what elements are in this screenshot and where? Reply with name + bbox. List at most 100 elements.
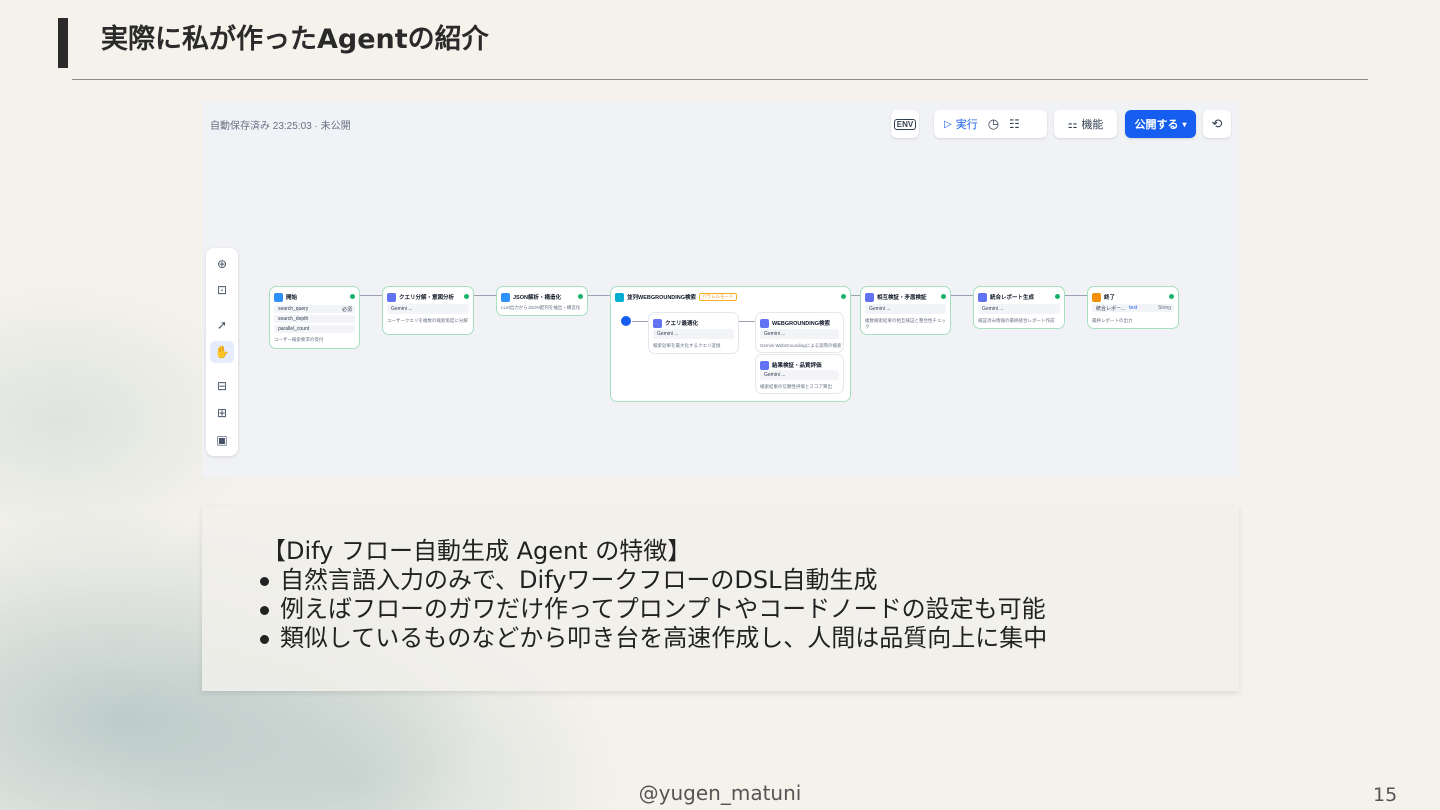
llm-node-query-optimize[interactable]: クエリ最適化 Gemini ... 検索効果を最大化するクエリ変換: [648, 312, 739, 354]
edge: [632, 321, 648, 322]
node-header: WEBGROUNDING検索: [760, 317, 839, 329]
llm-node-query-analysis[interactable]: クエリ分解・意図分析 Gemini ... ユーザークエリを複数の検索角度に分解: [382, 286, 474, 335]
node-header: 相互検証・矛盾検証: [865, 291, 946, 303]
status-dot: [841, 294, 846, 299]
code-node-json-parse[interactable]: JSON解析・構造化 LLM出力からJSON配列を抽出・構造化: [496, 286, 588, 316]
status-dot: [941, 294, 946, 299]
node-title: 結果検証・品質評価: [772, 363, 822, 369]
node-header: クエリ最適化: [653, 317, 734, 329]
node-header: 開始: [274, 291, 355, 303]
features-panel: 【Dify フロー自動生成 Agent の特徴】 自然言語入力のみで、Difyワ…: [202, 506, 1239, 691]
parallel-mode-tag: パラレルモード: [699, 293, 737, 301]
llm-node-webgrounding[interactable]: WEBGROUNDING検索 Gemini ... Gemini WebGrou…: [755, 312, 844, 353]
export-image-icon[interactable]: ⊟: [210, 375, 234, 397]
edge: [851, 295, 860, 296]
home-icon: [274, 292, 283, 302]
model-selector: Gemini ...: [978, 304, 1060, 314]
checklist-icon[interactable]: ☷: [1009, 117, 1020, 131]
llm-icon: [978, 292, 987, 302]
node-header: 終了: [1092, 291, 1174, 303]
add-note-icon[interactable]: ⊡: [210, 279, 234, 301]
node-header: 統合レポート生成: [978, 291, 1060, 303]
node-header: クエリ分解・意図分析: [387, 291, 469, 303]
autosave-status: 自動保存済み 23:25:03 · 未公開: [210, 121, 351, 132]
list-item: 類似しているものなどから叩き台を高速作成し、人間は品質向上に集中: [258, 624, 1047, 653]
node-header: JSON解析・構造化: [501, 291, 583, 303]
node-description: 検索効果を最大化するクエリ変換: [653, 343, 721, 348]
node-title: クエリ分解・意図分析: [399, 295, 455, 301]
required-flag: 必須: [341, 306, 352, 313]
history-icon: ⟲: [1211, 116, 1223, 131]
model-selector: Gemini ...: [653, 329, 734, 339]
code-icon: [501, 292, 510, 302]
edge: [951, 295, 973, 296]
publish-button[interactable]: 公開する ▾: [1125, 110, 1196, 138]
node-title: 開始: [286, 295, 298, 301]
chevron-down-icon: ▾: [1182, 119, 1187, 129]
workflow-screenshot: 自動保存済み 23:25:03 · 未公開 ENV ▷ 実行 ◷ ☷ ⚏ 機能 …: [202, 101, 1239, 477]
llm-node-result-eval[interactable]: 結果検証・品質評価 Gemini ... 検索結果の信頼性評価とスコア算出: [755, 354, 844, 394]
model-selector: Gemini ...: [387, 304, 469, 314]
history-run-icon[interactable]: ◷: [988, 116, 999, 132]
node-description: 最終レポートの出力: [1092, 318, 1133, 323]
node-description: LLM出力からJSON配列を抽出・構造化: [501, 305, 581, 310]
list-item: 自然言語入力のみで、DifyワークフローのDSL自動生成: [258, 566, 1047, 595]
node-description: Gemini WebGroundingによる実際の検索: [760, 343, 842, 348]
features-label: 機能: [1081, 119, 1104, 131]
node-description: 検索結果の信頼性評価とスコア算出: [760, 384, 832, 389]
status-dot: [1169, 294, 1174, 299]
model-selector: Gemini ...: [760, 329, 839, 339]
node-description: ユーザークエリを複数の検索角度に分解: [387, 318, 468, 323]
footer-handle: @yugen_matuni: [638, 781, 802, 805]
run-button[interactable]: ▷ 実行: [944, 116, 978, 132]
run-label: 実行: [955, 119, 978, 131]
iteration-start-icon: [621, 316, 631, 326]
iteration-icon: [615, 292, 624, 302]
env-button[interactable]: ENV: [891, 110, 919, 138]
features-button[interactable]: ⚏ 機能: [1054, 110, 1117, 138]
list-item: 例えばフローのガワだけ作ってプロンプトやコードノードの設定も可能: [258, 595, 1047, 624]
node-description: 検証済み情報の最終統合レポート作成: [978, 318, 1055, 323]
hand-icon[interactable]: ✋: [210, 341, 234, 363]
node-title: JSON解析・構造化: [513, 295, 561, 301]
page-number: 15: [1373, 784, 1398, 806]
play-icon: ▷: [944, 118, 952, 130]
pointer-icon[interactable]: ➚: [210, 314, 234, 336]
output-variable-row: 統合レポー... text String: [1092, 304, 1174, 312]
add-node-icon[interactable]: ⊕: [210, 253, 234, 275]
status-dot: [1055, 294, 1060, 299]
status-dot: [464, 294, 469, 299]
node-title: 終了: [1104, 295, 1116, 301]
publish-label: 公開する: [1134, 119, 1179, 131]
edge: [360, 295, 382, 296]
variable-type: String: [1157, 305, 1171, 311]
edge: [739, 321, 755, 322]
llm-icon: [865, 292, 874, 302]
variable-ref: text: [1129, 305, 1138, 311]
model-selector: Gemini ...: [760, 370, 839, 380]
run-toolbar-group: ▷ 実行 ◷ ☷: [934, 110, 1047, 138]
iteration-node-parallel-search[interactable]: 並列WEBGROUNDING検索 パラレルモード クエリ最適化 Gemini ..…: [610, 286, 851, 402]
minimap-icon[interactable]: ▣: [210, 429, 234, 451]
edge: [1065, 295, 1087, 296]
features-heading: 【Dify フロー自動生成 Agent の特徴】: [262, 537, 692, 565]
end-node[interactable]: 終了 統合レポー... text String 最終レポートの出力: [1087, 286, 1179, 329]
edge: [588, 295, 610, 296]
slide-title: 実際に私が作ったAgentの紹介: [101, 24, 489, 55]
llm-node-report[interactable]: 統合レポート生成 Gemini ... 検証済み情報の最終統合レポート作成: [973, 286, 1065, 329]
start-node[interactable]: 開始 search_query 必須 search_depth parallel_…: [269, 286, 360, 349]
node-description: 複数検索結果の相互検証と整合性チェック: [865, 318, 946, 329]
llm-icon: [387, 292, 396, 302]
node-header: 並列WEBGROUNDING検索 パラレルモード: [615, 291, 846, 303]
node-title: 統合レポート生成: [990, 295, 1035, 301]
variable-row: search_depth: [274, 315, 355, 323]
version-history-button[interactable]: ⟲: [1203, 110, 1231, 138]
llm-node-cross-check[interactable]: 相互検証・矛盾検証 Gemini ... 複数検索結果の相互検証と整合性チェック: [860, 286, 951, 335]
variable-row: search_query 必須: [274, 305, 355, 313]
features-list: 自然言語入力のみで、DifyワークフローのDSL自動生成 例えばフローのガワだけ…: [258, 566, 1047, 653]
organize-blocks-icon[interactable]: ⊞: [210, 402, 234, 424]
model-selector: Gemini ...: [865, 304, 946, 314]
llm-icon: [653, 318, 662, 328]
node-title: 並列WEBGROUNDING検索: [627, 295, 697, 301]
end-icon: [1092, 292, 1101, 302]
